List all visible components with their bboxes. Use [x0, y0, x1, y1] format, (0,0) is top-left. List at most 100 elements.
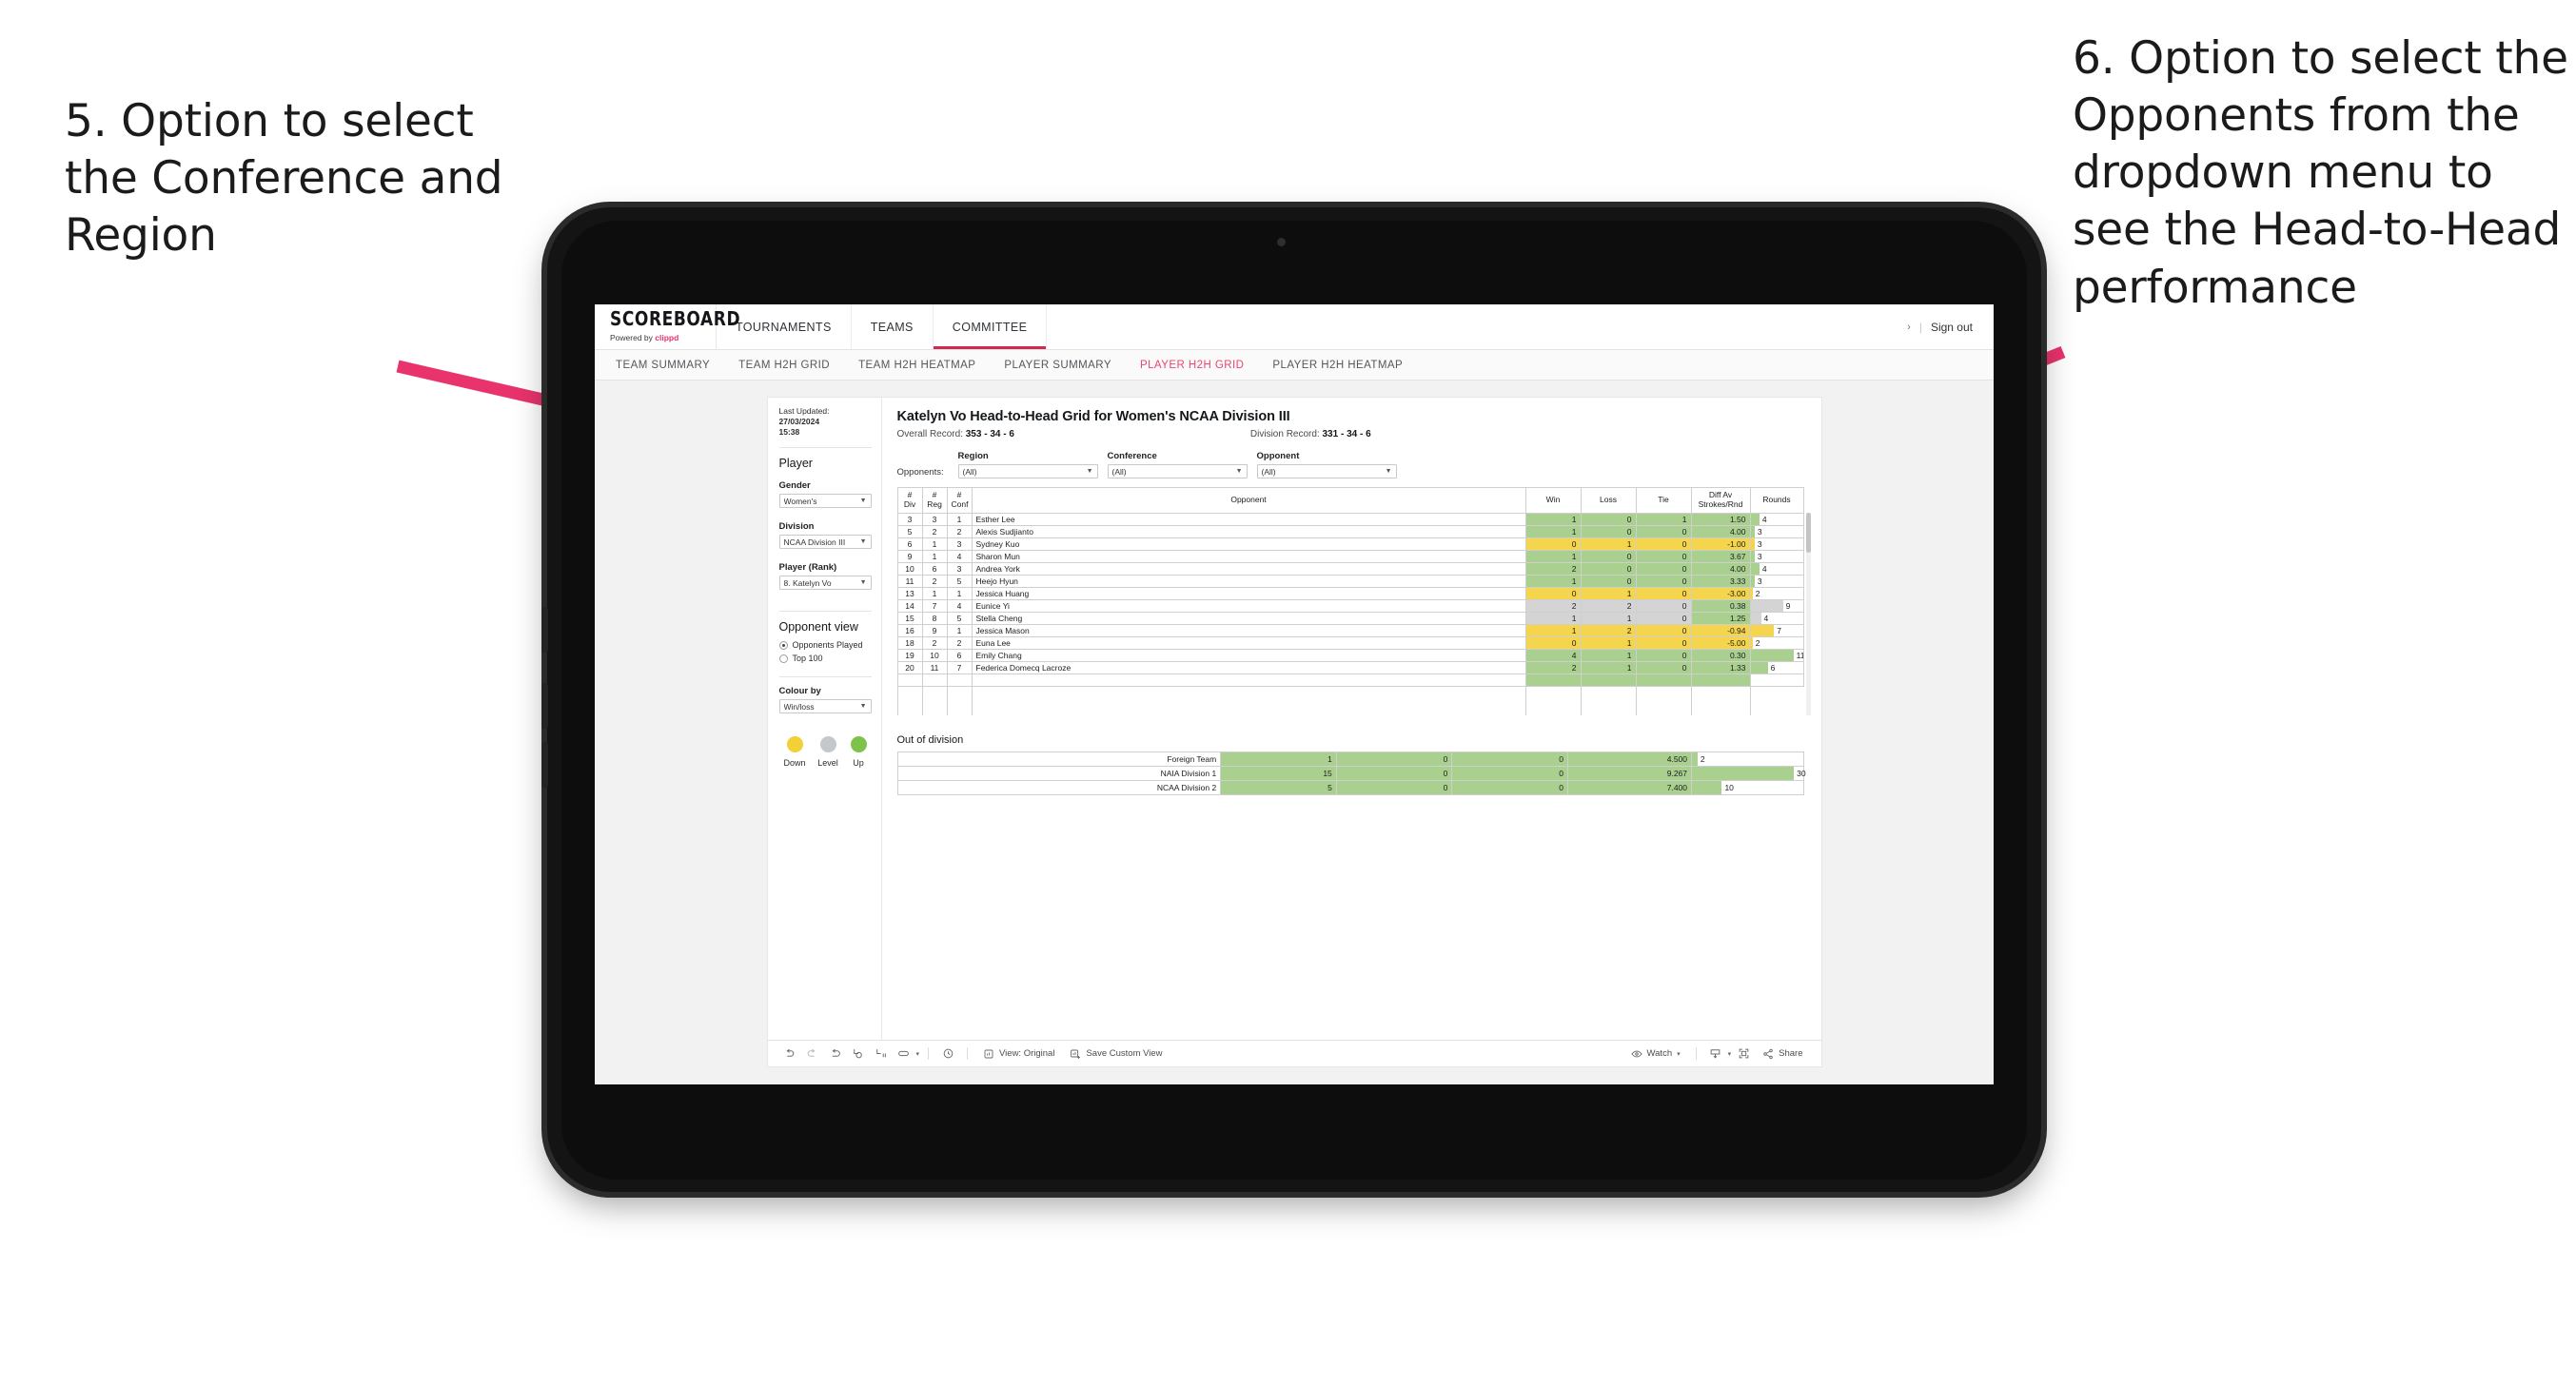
- cell-diff: -3.00: [1690, 587, 1751, 600]
- cell-conf: 1: [946, 513, 973, 526]
- out-of-division-table: Foreign Team 1 0 0 4.500 2 NAIA Division 1 15 0 0…: [896, 751, 1806, 795]
- brand-logo[interactable]: SCOREBOARD Powered by clippd: [595, 304, 741, 349]
- table-row[interactable]: 6 1 3 Sydney Kuo 0 1 0 -1.00 3: [896, 537, 1804, 551]
- region-select[interactable]: (All) ▼: [957, 464, 1098, 478]
- chevron-down-icon: ▼: [1385, 468, 1392, 475]
- table-row[interactable]: 5 2 2 Alexis Sudjianto 1 0 0 4.00 3: [896, 525, 1804, 538]
- volume-down-button[interactable]: [541, 742, 548, 788]
- rounds-bar: [1751, 650, 1794, 661]
- gender-select[interactable]: Women's ▼: [778, 494, 872, 509]
- pause-refresh-icon[interactable]: [937, 1044, 958, 1064]
- th-diff-line1: Diff Av: [1708, 490, 1733, 500]
- th-conf[interactable]: # Conf: [946, 487, 973, 514]
- redo-icon[interactable]: [802, 1044, 823, 1064]
- download-icon[interactable]: [1705, 1044, 1726, 1064]
- region-filter-label: Region: [957, 451, 989, 461]
- download-caret-icon[interactable]: ▾: [1728, 1050, 1732, 1058]
- th-reg[interactable]: # Reg: [921, 487, 948, 514]
- legend-item-down: Down: [784, 736, 806, 768]
- overall-record: Overall Record: 353 - 34 - 6: [897, 429, 1014, 439]
- cell-opponent: Jessica Mason: [971, 624, 1526, 637]
- radio-icon-selected: [778, 640, 788, 650]
- th-tie[interactable]: Tie: [1635, 487, 1692, 514]
- table-row[interactable]: 14 7 4 Eunice Yi 2 2 0 0.38 9: [896, 599, 1804, 613]
- cell-loss: 1: [1580, 661, 1637, 674]
- table-row[interactable]: 11 2 5 Heejo Hyun 1 0 0 3.33 3: [896, 575, 1804, 588]
- rounds-bar: [1751, 662, 1768, 673]
- division-select[interactable]: NCAA Division III ▼: [778, 535, 872, 550]
- nav-item-teams[interactable]: TEAMS: [852, 304, 934, 349]
- tab-team-h2h-grid[interactable]: TEAM H2H GRID: [738, 360, 830, 371]
- table-row[interactable]: 10 6 3 Andrea York 2 0 0 4.00 4: [896, 562, 1804, 576]
- rounds-value: 7: [1777, 626, 1781, 635]
- th-rounds[interactable]: Rounds: [1749, 487, 1804, 514]
- ood-row[interactable]: NAIA Division 1 15 0 0 9.267 30: [896, 765, 1806, 781]
- toolbar-separator-2: [967, 1047, 969, 1060]
- tab-team-summary[interactable]: TEAM SUMMARY: [616, 360, 710, 371]
- fullscreen-icon[interactable]: [1733, 1044, 1754, 1064]
- th-diff[interactable]: Diff Av Strokes/Rnd: [1690, 487, 1751, 514]
- ood-rounds-bar: [1692, 780, 1722, 794]
- table-filler-row: [896, 686, 1803, 715]
- rounds-value: 2: [1755, 589, 1760, 598]
- save-custom-view-button[interactable]: Save Custom View: [1063, 1044, 1169, 1064]
- table-row[interactable]: 20 11 7 Federica Domecq Lacroze 2 1 0 1.33 6: [896, 661, 1804, 674]
- cell-win: 4: [1524, 649, 1582, 662]
- sign-out-button[interactable]: Sign out: [1931, 321, 1973, 334]
- table-row[interactable]: 15 8 5 Stella Cheng 1 1 0 1.25 4: [896, 612, 1804, 625]
- cell-rounds-bar: 3: [1749, 537, 1804, 551]
- share-button[interactable]: Share: [1756, 1044, 1809, 1064]
- watch-button[interactable]: Watch ▾: [1624, 1044, 1687, 1064]
- cell-rounds-bar: 4: [1749, 562, 1804, 576]
- cell-win: [1524, 673, 1582, 687]
- table-row[interactable]: 19106Emily Chang4100.3011: [896, 649, 1804, 662]
- table-row[interactable]: 9 1 4 Sharon Mun 1 0 0 3.67 3: [896, 550, 1804, 563]
- revert-icon[interactable]: [825, 1044, 846, 1064]
- cell-div: 20: [896, 661, 923, 674]
- tab-team-h2h-heatmap[interactable]: TEAM H2H HEATMAP: [858, 360, 975, 371]
- cell-loss: 2: [1580, 624, 1637, 637]
- colour-by-select[interactable]: Win/loss ▼: [778, 699, 872, 714]
- watch-caret-icon[interactable]: ▾: [1677, 1050, 1681, 1058]
- refresh-icon[interactable]: [848, 1044, 869, 1064]
- ood-row[interactable]: NCAA Division 2 5 0 0 7.400 10: [896, 779, 1804, 795]
- tab-player-h2h-grid[interactable]: PLAYER H2H GRID: [1140, 360, 1244, 371]
- table-row[interactable]: 16 9 1 Jessica Mason 1 2 0 -0.94 7: [896, 624, 1804, 637]
- radio-top-100[interactable]: Top 100: [778, 654, 872, 663]
- undo-icon[interactable]: [779, 1044, 800, 1064]
- table-row[interactable]: 13 1 1 Jessica Huang 0 1 0 -3.00 2: [896, 587, 1804, 600]
- cell-diff: 4.00: [1690, 525, 1751, 538]
- brand-name: SCOREBOARD: [610, 307, 741, 331]
- player-rank-select[interactable]: 8. Katelyn Vo ▼: [778, 576, 872, 591]
- tab-player-h2h-heatmap[interactable]: PLAYER H2H HEATMAP: [1272, 360, 1403, 371]
- tab-player-summary[interactable]: PLAYER SUMMARY: [1004, 360, 1111, 371]
- th-win[interactable]: Win: [1524, 487, 1582, 514]
- th-div[interactable]: # Div: [896, 487, 923, 514]
- cell-reg: [921, 673, 948, 687]
- table-scrollbar-thumb[interactable]: [1805, 513, 1811, 553]
- conference-select[interactable]: (All) ▼: [1107, 464, 1248, 478]
- radio-opponents-played[interactable]: Opponents Played: [778, 640, 872, 650]
- cell-loss: 0: [1580, 513, 1637, 526]
- pause-auto-update-icon[interactable]: [871, 1044, 892, 1064]
- highlight-icon[interactable]: [894, 1044, 914, 1064]
- th-loss[interactable]: Loss: [1580, 487, 1637, 514]
- cell-rounds-bar: 11: [1749, 649, 1804, 662]
- annotation-left-text: 5. Option to select the Conference and R…: [65, 95, 503, 263]
- table-row[interactable]: 3 3 1 Esther Lee 1 0 1 1.50 4: [896, 513, 1804, 526]
- th-conf-line1: #: [956, 490, 962, 500]
- cell-diff: 4.00: [1690, 562, 1751, 576]
- share-label: Share: [1779, 1048, 1803, 1059]
- opponent-select[interactable]: (All) ▼: [1256, 464, 1397, 478]
- power-button[interactable]: [541, 607, 548, 653]
- cell-rounds-bar: [1749, 673, 1804, 687]
- nav-item-committee[interactable]: COMMITTEE: [934, 304, 1048, 349]
- toolbar-separator-1: [928, 1047, 930, 1060]
- chevron-right-icon[interactable]: ›: [1907, 322, 1911, 333]
- ood-row[interactable]: Foreign Team 1 0 0 4.500 2: [896, 751, 1804, 767]
- volume-up-button[interactable]: [541, 683, 548, 729]
- highlight-caret-icon[interactable]: ▾: [916, 1050, 920, 1058]
- th-opponent[interactable]: Opponent: [971, 487, 1526, 514]
- table-row[interactable]: 18 2 2 Euna Lee 0 1 0 -5.00 2: [896, 636, 1804, 650]
- view-original-button[interactable]: View: Original: [976, 1044, 1061, 1064]
